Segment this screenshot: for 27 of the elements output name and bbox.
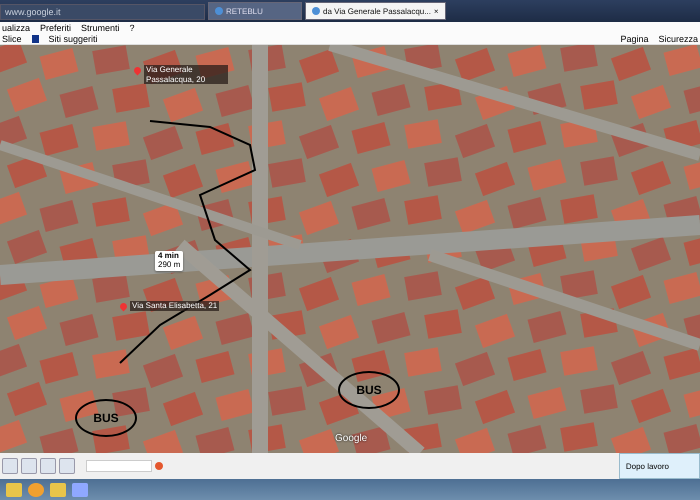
globe-icon — [215, 7, 223, 15]
taskbar-icon[interactable] — [6, 483, 22, 497]
bus-stop-circle: BUS — [338, 371, 400, 409]
dropdown-field[interactable] — [86, 460, 152, 472]
map-attribution: Google — [335, 433, 368, 444]
taskbar-icon[interactable] — [50, 483, 66, 497]
menu-item[interactable]: ? — [130, 23, 135, 33]
close-button[interactable]: × — [434, 6, 439, 16]
address-bar[interactable]: www.google.it — [0, 4, 205, 20]
command-button[interactable]: Sicurezza — [658, 34, 698, 44]
route-info-card: 4 min 290 m — [155, 251, 184, 271]
bus-stop-circle: BUS — [75, 399, 137, 437]
record-icon[interactable] — [155, 462, 163, 470]
taskbar-icon[interactable] — [72, 483, 88, 497]
place-label: Via Santa Elisabetta, 21 — [130, 301, 220, 311]
menu-item[interactable]: ualizza — [2, 23, 30, 33]
favorites-link[interactable]: Siti suggeriti — [48, 34, 98, 44]
notification-panel: Dopo lavoro — [618, 453, 700, 479]
menu-item[interactable]: Strumenti — [81, 23, 120, 33]
browser-tab[interactable]: RETEBLU — [208, 2, 302, 20]
browser-tab[interactable]: da Via Generale Passalacqu... × — [305, 2, 446, 20]
globe-icon — [312, 7, 320, 15]
favorites-link[interactable]: Slice — [2, 34, 22, 44]
taskbar-icon[interactable] — [28, 483, 44, 497]
place-label: Via Generale Passalacqua, 20 — [144, 65, 228, 84]
menu-item[interactable]: Preferiti — [40, 23, 72, 33]
command-button[interactable]: Pagina — [620, 34, 648, 44]
